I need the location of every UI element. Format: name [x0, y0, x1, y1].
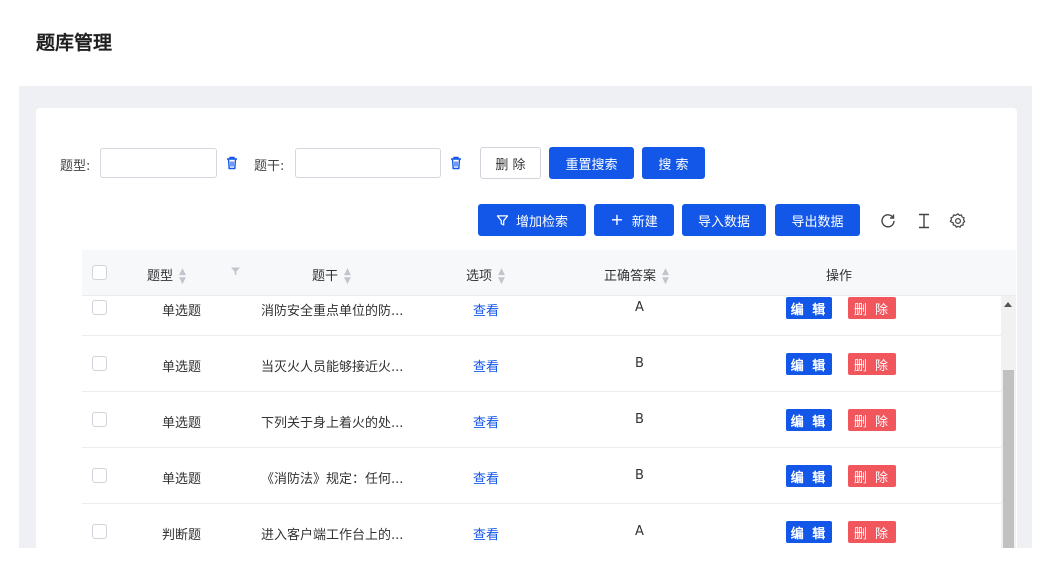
row-answer: B	[635, 356, 644, 371]
row-answer: B	[635, 468, 644, 483]
table-row: 单选题 消防安全重点单位的防... 查看 A 编 辑 删 除	[82, 296, 1001, 336]
view-options-link[interactable]: 查看	[473, 300, 499, 319]
plus-icon: +	[610, 210, 624, 229]
table-row: 单选题 《消防法》规定：任何... 查看 B 编 辑 删 除	[82, 448, 1001, 504]
view-options-link[interactable]: 查看	[473, 356, 499, 375]
table-row: 单选题 当灭火人员能够接近火... 查看 B 编 辑 删 除	[82, 336, 1001, 392]
import-data-button[interactable]: 导入数据	[682, 204, 766, 236]
new-label: 新建	[631, 214, 658, 230]
column-header-options-label: 选项	[466, 269, 493, 284]
row-type: 单选题	[162, 472, 202, 487]
new-button[interactable]: + 新建	[594, 204, 674, 236]
edit-button[interactable]: 编 辑	[786, 409, 832, 431]
table-body: 单选题 消防安全重点单位的防... 查看 A 编 辑 删 除 单选题 当灭火人员…	[82, 296, 1001, 548]
column-header-type-label: 题型	[147, 269, 174, 284]
type-filter-label: 题型:	[60, 159, 91, 174]
question-table: 题型 ▲ ▼ 题干 ▲ ▼ 选项 ▲ ▼ 正确答案 ▲ ▼ 操作 单选题 消防安全重点单位的防.…	[82, 250, 1016, 548]
settings-icon[interactable]	[949, 212, 967, 230]
scrollbar-thumb[interactable]	[1003, 370, 1014, 548]
scroll-up-arrow-icon[interactable]	[1004, 302, 1012, 307]
table-header: 题型 ▲ ▼ 题干 ▲ ▼ 选项 ▲ ▼ 正确答案 ▲ ▼ 操作	[82, 250, 1016, 296]
column-height-icon[interactable]	[915, 212, 933, 230]
sort-icon[interactable]: ▲ ▼	[498, 267, 505, 286]
column-header-options[interactable]: 选项 ▲ ▼	[466, 265, 505, 286]
row-stem: 进入客户端工作台上的...	[261, 528, 404, 543]
delete-button[interactable]: 删 除	[848, 521, 896, 543]
table-row: 判断题 进入客户端工作台上的... 查看 A 编 辑 删 除	[82, 504, 1001, 548]
add-filter-label: 增加检索	[515, 214, 568, 230]
column-header-stem[interactable]: 题干 ▲ ▼	[312, 265, 351, 286]
row-type: 单选题	[162, 360, 202, 375]
row-stem: 当灭火人员能够接近火...	[261, 360, 404, 375]
delete-button[interactable]: 删 除	[848, 353, 896, 375]
table-row: 单选题 下列关于身上着火的处... 查看 B 编 辑 删 除	[82, 392, 1001, 448]
reset-search-button[interactable]: 重置搜索	[549, 147, 634, 179]
row-answer: A	[635, 524, 644, 539]
table-scrollbar[interactable]	[1001, 296, 1016, 548]
delete-button[interactable]: 删 除	[848, 297, 896, 319]
row-type: 单选题	[162, 416, 202, 431]
row-stem: 《消防法》规定：任何...	[261, 472, 404, 487]
add-filter-button[interactable]: 增加检索	[478, 204, 586, 236]
delete-button[interactable]: 删 除	[848, 409, 896, 431]
stem-filter-input[interactable]	[295, 148, 441, 178]
row-checkbox[interactable]	[92, 468, 107, 483]
column-header-answer-label: 正确答案	[604, 269, 657, 284]
column-filter-icon[interactable]	[230, 266, 241, 277]
row-stem: 消防安全重点单位的防...	[261, 304, 404, 319]
sort-icon[interactable]: ▲ ▼	[344, 267, 351, 286]
sort-icon[interactable]: ▲ ▼	[179, 267, 186, 286]
column-header-type[interactable]: 题型 ▲ ▼	[147, 265, 186, 286]
clear-stem-icon[interactable]	[448, 155, 464, 171]
delete-search-button[interactable]: 删 除	[480, 147, 541, 179]
row-checkbox[interactable]	[92, 300, 107, 315]
stem-filter-label: 题干:	[254, 159, 285, 174]
page-title: 题库管理	[36, 32, 113, 54]
row-checkbox[interactable]	[92, 356, 107, 371]
delete-button[interactable]: 删 除	[848, 465, 896, 487]
row-checkbox[interactable]	[92, 524, 107, 539]
filter-icon	[496, 214, 509, 226]
row-checkbox[interactable]	[92, 412, 107, 427]
edit-button[interactable]: 编 辑	[786, 465, 832, 487]
view-options-link[interactable]: 查看	[473, 468, 499, 487]
toolbar: 增加检索 + 新建 导入数据 导出数据	[36, 204, 1017, 236]
row-stem: 下列关于身上着火的处...	[261, 416, 404, 431]
column-header-actions: 操作	[826, 269, 853, 284]
edit-button[interactable]: 编 辑	[786, 521, 832, 543]
row-type: 判断题	[162, 528, 202, 543]
sort-icon[interactable]: ▲ ▼	[662, 267, 669, 286]
type-filter-input[interactable]	[100, 148, 217, 178]
refresh-icon[interactable]	[879, 212, 897, 230]
edit-button[interactable]: 编 辑	[786, 353, 832, 375]
export-data-button[interactable]: 导出数据	[775, 204, 860, 236]
row-type: 单选题	[162, 304, 202, 319]
select-all-checkbox[interactable]	[92, 265, 107, 280]
view-options-link[interactable]: 查看	[473, 412, 499, 431]
clear-type-icon[interactable]	[224, 155, 240, 171]
view-options-link[interactable]: 查看	[473, 524, 499, 543]
edit-button[interactable]: 编 辑	[786, 297, 832, 319]
column-header-answer[interactable]: 正确答案 ▲ ▼	[604, 265, 669, 286]
row-answer: B	[635, 412, 644, 427]
row-answer: A	[635, 300, 644, 315]
search-bar: 题型: 题干: 删 除 重置搜索 搜 索	[36, 147, 1017, 179]
column-header-stem-label: 题干	[312, 269, 339, 284]
main-card: 题型: 题干: 删 除 重置搜索 搜 索 增加检索 + 新建 导入数据 导出数据	[36, 108, 1017, 548]
search-button[interactable]: 搜 索	[642, 147, 705, 179]
